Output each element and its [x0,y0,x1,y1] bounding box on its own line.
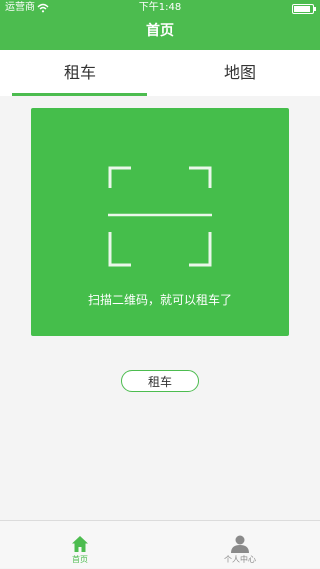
status-bar: 运营商 下午1:48 [0,0,320,16]
home-icon [72,536,88,552]
tab-active-indicator [12,93,147,96]
segment-tabs: 租车 地图 [0,50,320,96]
page-title: 首页 [146,23,174,39]
tabbar-label-profile: 个人中心 [224,555,256,564]
tabbar-label-home: 首页 [72,555,88,564]
status-time: 下午1:48 [138,2,182,13]
tabbar-item-profile[interactable]: 个人中心 [160,521,320,569]
person-icon [231,535,249,553]
battery-icon [292,4,316,14]
scan-panel[interactable]: 扫描二维码，就可以租车了 [31,108,289,336]
tab-map[interactable]: 地图 [160,50,320,96]
tabbar-item-home[interactable]: 首页 [0,521,160,569]
scan-hint: 扫描二维码，就可以租车了 [87,293,232,307]
app-header: 运营商 下午1:48 首页 [0,0,320,50]
bottom-tabbar: 首页 个人中心 [0,520,320,568]
rent-button[interactable]: 租车 [121,370,199,392]
tab-rent[interactable]: 租车 [0,50,160,96]
